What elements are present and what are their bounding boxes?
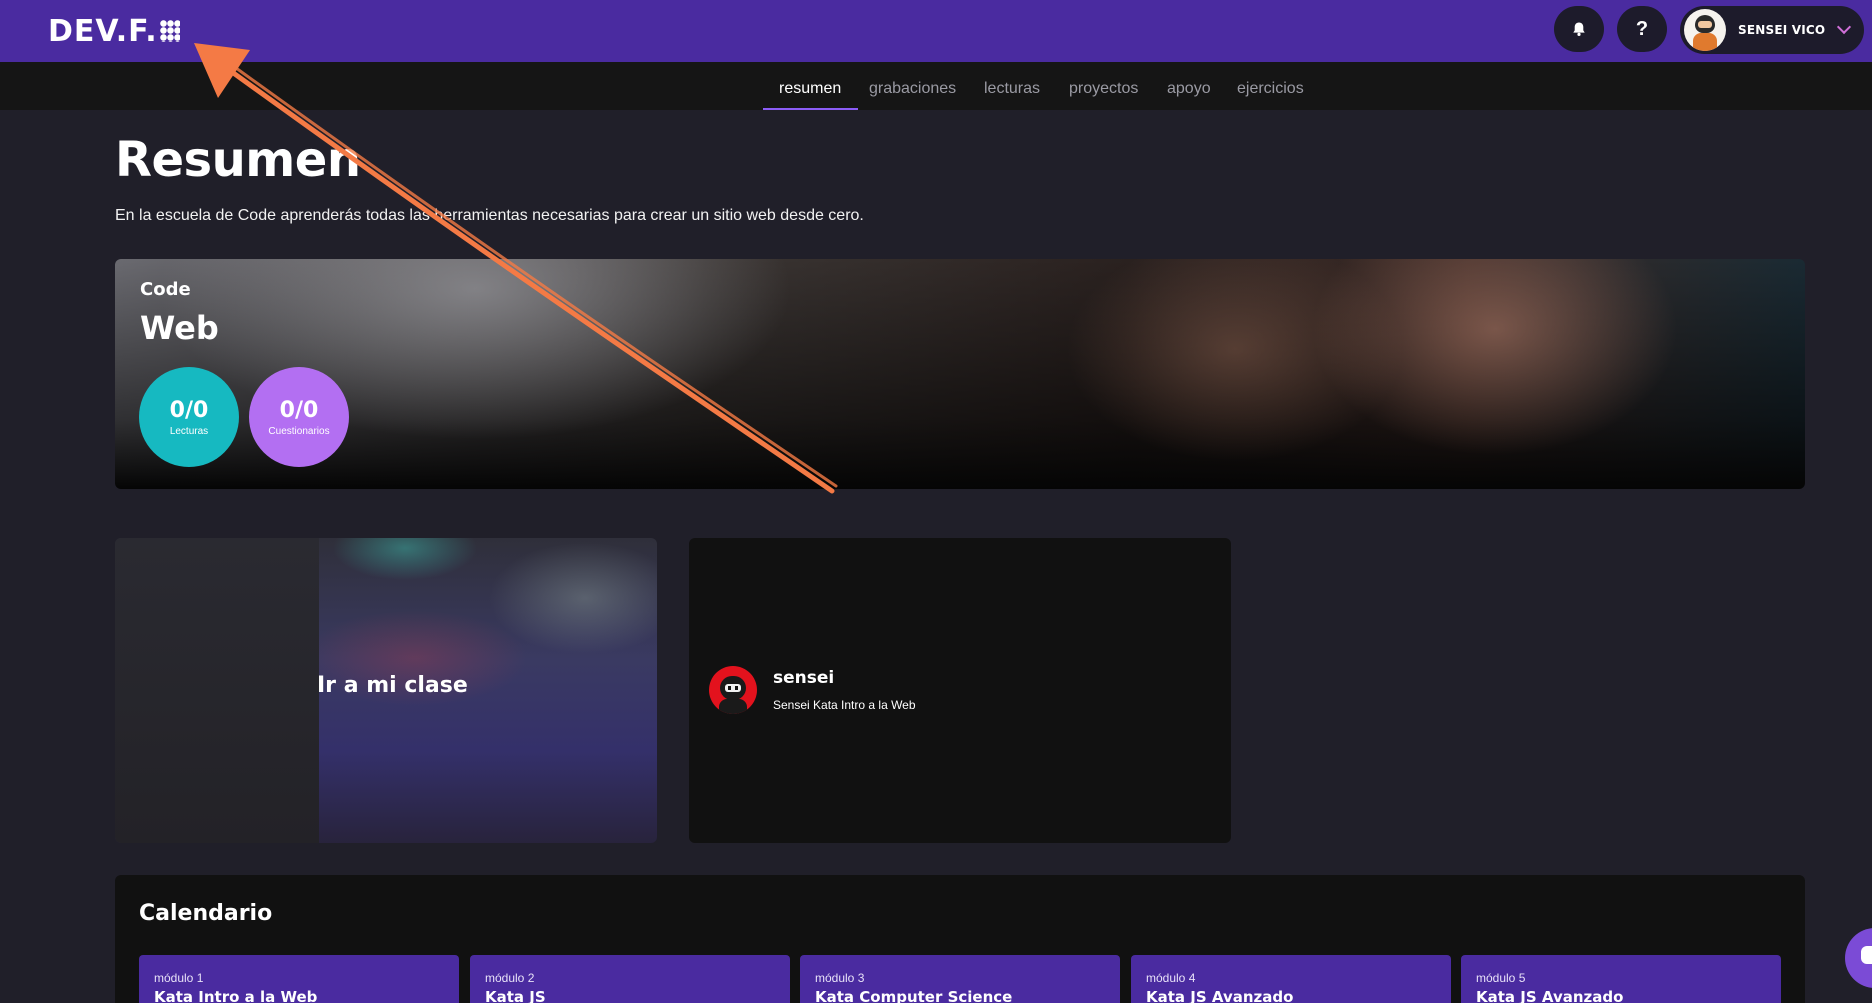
calendar-section: Calendario módulo 1 Kata Intro a la Web … [115, 875, 1805, 1003]
user-name: SENSEI VICO [1738, 23, 1826, 37]
module-card[interactable]: módulo 2 Kata JS [470, 955, 790, 1003]
user-menu[interactable]: SENSEI VICO [1680, 6, 1864, 54]
user-avatar [1684, 9, 1726, 51]
tab-proyectos[interactable]: proyectos [1069, 80, 1138, 98]
tab-grabaciones[interactable]: grabaciones [869, 80, 956, 98]
module-name: Kata JS [485, 988, 546, 1003]
help-icon: ? [1635, 17, 1649, 40]
module-card[interactable]: módulo 3 Kata Computer Science [800, 955, 1120, 1003]
cuestionarios-progress: 0/0 Cuestionarios [249, 367, 349, 467]
page-description: En la escuela de Code aprenderás todas l… [115, 207, 864, 224]
active-tab-indicator [763, 108, 858, 110]
module-name: Kata JS Avanzado [1146, 988, 1294, 1003]
devf-logo[interactable]: DEV.F. [48, 14, 180, 49]
tab-resumen[interactable]: resumen [779, 80, 841, 98]
course-banner: Code Web 0/0 Lecturas 0/0 Cuestionarios [115, 259, 1805, 489]
sensei-role: Sensei Kata Intro a la Web [773, 698, 916, 712]
lecturas-value: 0/0 [169, 397, 209, 423]
logo-dots-icon [159, 20, 180, 42]
tab-lecturas[interactable]: lecturas [984, 80, 1040, 98]
chat-widget-button[interactable] [1845, 928, 1872, 988]
section-tabs: resumen grabaciones lecturas proyectos a… [0, 62, 1872, 110]
chat-icon [1861, 946, 1872, 964]
chevron-down-icon [1837, 19, 1852, 35]
module-number: módulo 3 [815, 971, 865, 985]
go-to-class-label: Ir a mi clase [317, 673, 468, 698]
cuestionarios-value: 0/0 [279, 397, 319, 423]
module-number: módulo 2 [485, 971, 535, 985]
tab-ejercicios[interactable]: ejercicios [1237, 80, 1304, 98]
lecturas-progress: 0/0 Lecturas [139, 367, 239, 467]
module-card[interactable]: módulo 1 Kata Intro a la Web [139, 955, 459, 1003]
school-name: Code [140, 279, 191, 300]
sensei-name: sensei [773, 668, 835, 688]
module-name: Kata Intro a la Web [154, 988, 318, 1003]
sensei-card: sensei Sensei Kata Intro a la Web [689, 538, 1231, 843]
lecturas-label: Lecturas [169, 425, 209, 437]
module-number: módulo 1 [154, 971, 204, 985]
module-number: módulo 5 [1476, 971, 1526, 985]
top-navbar: DEV.F. ? SENSEI VICO [0, 0, 1872, 62]
module-number: módulo 4 [1146, 971, 1196, 985]
module-name: Kata Computer Science [815, 988, 1013, 1003]
track-name: Web [140, 309, 219, 347]
tab-apoyo[interactable]: apoyo [1167, 80, 1211, 98]
cuestionarios-label: Cuestionarios [268, 425, 330, 437]
module-name: Kata JS Avanzado [1476, 988, 1624, 1003]
help-button[interactable]: ? [1617, 6, 1667, 52]
go-to-class-card[interactable]: Ir a mi clase [115, 538, 657, 843]
page-title: Resumen [115, 132, 361, 188]
module-card[interactable]: módulo 4 Kata JS Avanzado [1131, 955, 1451, 1003]
notifications-button[interactable] [1554, 6, 1604, 52]
module-card[interactable]: módulo 5 Kata JS Avanzado [1461, 955, 1781, 1003]
calendar-title: Calendario [139, 901, 273, 926]
sensei-avatar [709, 666, 757, 714]
bell-icon [1573, 22, 1585, 36]
